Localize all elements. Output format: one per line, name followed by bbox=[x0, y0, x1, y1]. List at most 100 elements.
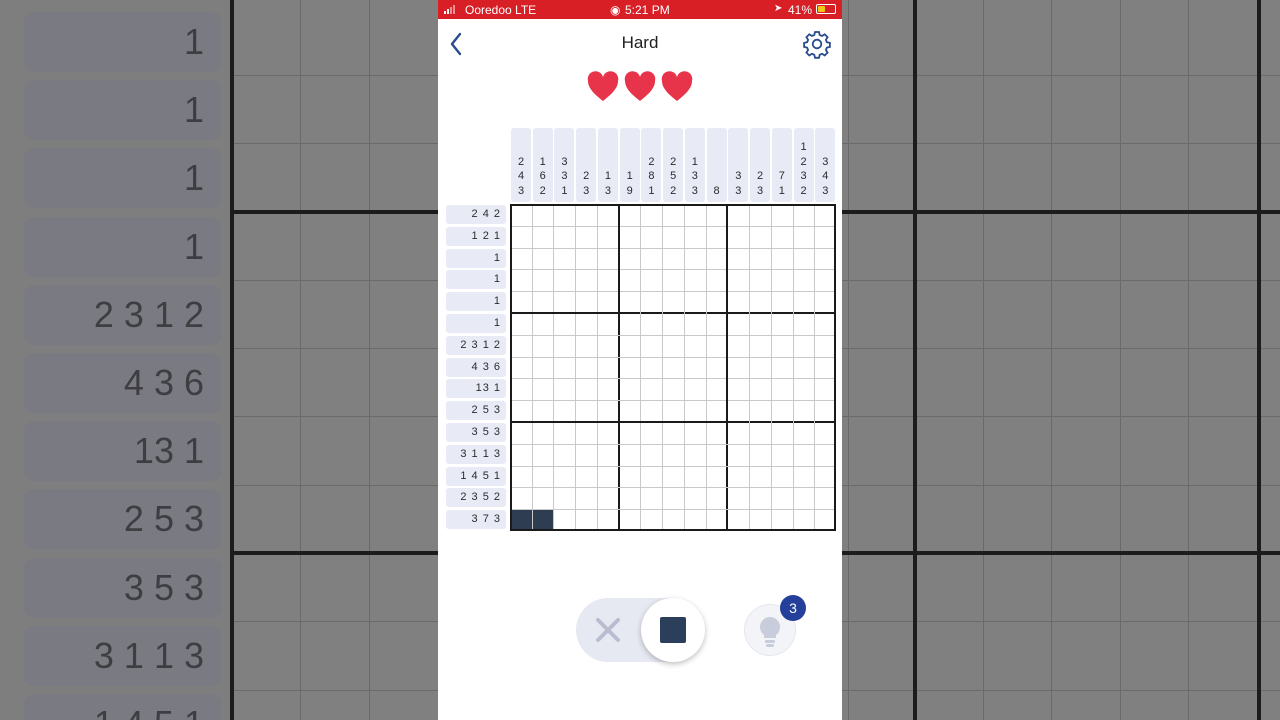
grid-cell[interactable] bbox=[640, 291, 662, 313]
grid-cell[interactable] bbox=[662, 466, 684, 488]
grid-cell[interactable] bbox=[531, 509, 554, 531]
grid-cell[interactable] bbox=[727, 248, 749, 270]
grid-cell[interactable] bbox=[575, 357, 597, 379]
grid-cell[interactable] bbox=[727, 269, 749, 291]
grid-cell[interactable] bbox=[814, 444, 836, 466]
grid-cell[interactable] bbox=[749, 204, 771, 226]
grid-cell[interactable] bbox=[727, 357, 749, 379]
grid-cell[interactable] bbox=[771, 466, 793, 488]
grid-cell[interactable] bbox=[771, 291, 793, 313]
grid-cell[interactable] bbox=[727, 444, 749, 466]
grid-cell[interactable] bbox=[771, 204, 793, 226]
grid-cell[interactable] bbox=[532, 357, 554, 379]
grid-cell[interactable] bbox=[575, 313, 597, 335]
grid-cell[interactable] bbox=[727, 204, 749, 226]
grid-cell[interactable] bbox=[575, 466, 597, 488]
grid-cell[interactable] bbox=[575, 226, 597, 248]
grid-cell[interactable] bbox=[510, 378, 532, 400]
grid-cell[interactable] bbox=[727, 226, 749, 248]
grid-cell[interactable] bbox=[749, 487, 771, 509]
grid-cell[interactable] bbox=[771, 444, 793, 466]
grid-cell[interactable] bbox=[706, 509, 728, 531]
grid-cell[interactable] bbox=[619, 313, 641, 335]
grid-cell[interactable] bbox=[510, 400, 532, 422]
grid-cell[interactable] bbox=[706, 226, 728, 248]
grid-cell[interactable] bbox=[553, 204, 575, 226]
grid-cell[interactable] bbox=[749, 509, 771, 531]
grid-cell[interactable] bbox=[814, 509, 836, 531]
grid-cell[interactable] bbox=[727, 400, 749, 422]
grid-cell[interactable] bbox=[793, 269, 815, 291]
grid-cell[interactable] bbox=[793, 313, 815, 335]
grid-cell[interactable] bbox=[749, 466, 771, 488]
grid-cell[interactable] bbox=[793, 466, 815, 488]
grid-cell[interactable] bbox=[640, 357, 662, 379]
grid-cell[interactable] bbox=[662, 313, 684, 335]
grid-cell[interactable] bbox=[684, 444, 706, 466]
grid-cell[interactable] bbox=[510, 444, 532, 466]
grid-cell[interactable] bbox=[706, 313, 728, 335]
grid-cell[interactable] bbox=[684, 204, 706, 226]
grid-cell[interactable] bbox=[619, 204, 641, 226]
grid-cell[interactable] bbox=[510, 226, 532, 248]
grid-cell[interactable] bbox=[814, 487, 836, 509]
grid-cell[interactable] bbox=[706, 248, 728, 270]
grid-cell[interactable] bbox=[814, 269, 836, 291]
grid-cell[interactable] bbox=[684, 487, 706, 509]
grid-cell[interactable] bbox=[684, 400, 706, 422]
grid-cell[interactable] bbox=[793, 291, 815, 313]
grid-cell[interactable] bbox=[619, 291, 641, 313]
grid-cell[interactable] bbox=[771, 313, 793, 335]
grid-cell[interactable] bbox=[510, 269, 532, 291]
grid-cell[interactable] bbox=[814, 357, 836, 379]
grid-cell[interactable] bbox=[793, 204, 815, 226]
grid-cell[interactable] bbox=[619, 269, 641, 291]
cross-mode-button[interactable] bbox=[588, 610, 628, 650]
grid-cell[interactable] bbox=[706, 291, 728, 313]
grid-cell[interactable] bbox=[684, 509, 706, 531]
grid-cell[interactable] bbox=[793, 357, 815, 379]
grid-cell[interactable] bbox=[793, 335, 815, 357]
grid-cell[interactable] bbox=[619, 487, 641, 509]
grid-cell[interactable] bbox=[619, 378, 641, 400]
grid-cell[interactable] bbox=[771, 357, 793, 379]
grid-cell[interactable] bbox=[684, 378, 706, 400]
grid-cell[interactable] bbox=[814, 313, 836, 335]
grid-cell[interactable] bbox=[814, 466, 836, 488]
grid-cell[interactable] bbox=[597, 248, 619, 270]
grid-cell[interactable] bbox=[640, 226, 662, 248]
grid-cell[interactable] bbox=[619, 248, 641, 270]
grid-cell[interactable] bbox=[597, 487, 619, 509]
grid-cell[interactable] bbox=[814, 400, 836, 422]
grid-cell[interactable] bbox=[532, 422, 554, 444]
grid-cell[interactable] bbox=[532, 466, 554, 488]
grid-cell[interactable] bbox=[684, 248, 706, 270]
grid-cell[interactable] bbox=[814, 335, 836, 357]
grid-cell[interactable] bbox=[640, 466, 662, 488]
grid-cell[interactable] bbox=[532, 269, 554, 291]
grid-cell[interactable] bbox=[771, 509, 793, 531]
grid-cell[interactable] bbox=[814, 291, 836, 313]
grid-cell[interactable] bbox=[662, 226, 684, 248]
grid-cell[interactable] bbox=[684, 226, 706, 248]
grid-cell[interactable] bbox=[553, 269, 575, 291]
grid-cell[interactable] bbox=[749, 378, 771, 400]
grid-cell[interactable] bbox=[662, 357, 684, 379]
grid-cell[interactable] bbox=[510, 204, 532, 226]
grid-cell[interactable] bbox=[619, 422, 641, 444]
grid-cell[interactable] bbox=[793, 226, 815, 248]
grid-cell[interactable] bbox=[662, 487, 684, 509]
grid-cell[interactable] bbox=[640, 248, 662, 270]
grid-cell[interactable] bbox=[553, 335, 575, 357]
grid-cell[interactable] bbox=[575, 422, 597, 444]
grid-cell[interactable] bbox=[706, 204, 728, 226]
grid-cell[interactable] bbox=[532, 204, 554, 226]
grid-cell[interactable] bbox=[510, 466, 532, 488]
grid-cell[interactable] bbox=[749, 269, 771, 291]
settings-button[interactable] bbox=[802, 29, 832, 59]
grid-cell[interactable] bbox=[662, 378, 684, 400]
grid-cell[interactable] bbox=[749, 444, 771, 466]
grid-cell[interactable] bbox=[597, 269, 619, 291]
grid-cell[interactable] bbox=[706, 357, 728, 379]
grid-cell[interactable] bbox=[662, 269, 684, 291]
